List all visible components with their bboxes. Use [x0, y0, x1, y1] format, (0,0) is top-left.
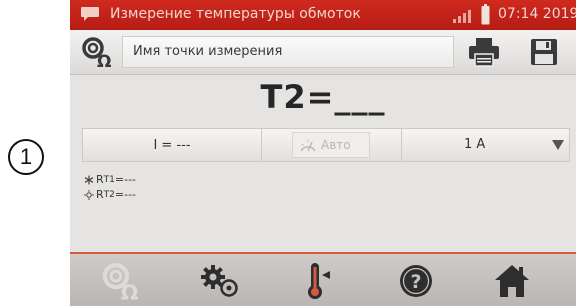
bottom-navigation: Ω ?	[70, 252, 576, 306]
print-button[interactable]	[462, 34, 506, 70]
svg-text:?: ?	[410, 271, 421, 293]
probe-icon: Ω	[102, 262, 139, 301]
signal-icon	[453, 10, 471, 23]
svg-text:Ω: Ω	[121, 280, 139, 301]
auto-label: Авто	[321, 138, 351, 152]
t2-result: T2=___	[260, 78, 386, 116]
battery-icon	[481, 4, 490, 25]
screen-title: Измерение температуры обмоток	[110, 6, 361, 22]
snowflake-icon	[84, 175, 94, 184]
measurement-point-name: Имя точки измерения	[133, 44, 283, 59]
chat-icon	[81, 7, 99, 21]
help-icon: ?	[400, 265, 432, 297]
save-button[interactable]	[522, 34, 566, 70]
measurement-point-name-field[interactable]: Имя точки измерения	[122, 36, 497, 68]
rt1-prefix: R	[96, 173, 104, 186]
chevron-down-icon	[552, 140, 564, 150]
printer-icon	[469, 38, 499, 67]
auto-button[interactable]: Авто	[292, 132, 370, 158]
current-readout: I = ---	[83, 129, 262, 161]
nav-help-button[interactable]: ?	[386, 258, 446, 304]
current-range-select[interactable]: 1 A	[401, 129, 570, 161]
nav-measurement-button[interactable]: Ω	[92, 258, 152, 304]
toolbar: Ω Имя точки измерения	[70, 30, 576, 75]
measurement-parameters: I = --- Авто 1 A	[82, 128, 570, 162]
range-value: 1 A	[464, 137, 486, 152]
gauge-icon	[300, 140, 316, 152]
rt2-prefix: R	[96, 188, 104, 201]
step-marker: 1	[8, 139, 44, 175]
rt2-result: R T2 =---	[84, 187, 136, 202]
nav-temperature-button[interactable]	[288, 258, 348, 304]
sun-icon	[84, 189, 94, 200]
resistance-results: R T1 =--- R T2 =---	[84, 172, 136, 202]
auto-mode-cell: Авто	[261, 129, 401, 161]
gears-icon	[201, 265, 238, 297]
rt1-subscript: T1	[103, 174, 115, 185]
nav-settings-button[interactable]	[190, 258, 250, 304]
nav-home-button[interactable]	[482, 258, 542, 304]
thermometer-icon	[308, 263, 330, 299]
home-icon	[495, 265, 529, 297]
status-bar: Измерение температуры обмоток 07:14 2019…	[70, 0, 576, 30]
rt2-subscript: T2	[103, 189, 115, 200]
rt2-value: =---	[114, 188, 137, 201]
probe-icon[interactable]: Ω	[80, 36, 116, 68]
rt1-result: R T1 =---	[84, 172, 136, 187]
device-screen: Измерение температуры обмоток 07:14 2019…	[70, 0, 576, 306]
floppy-icon	[531, 39, 557, 65]
status-datetime: 07:14 2019.02.11	[498, 6, 576, 22]
svg-text:Ω: Ω	[97, 52, 111, 68]
rt1-value: =---	[114, 173, 137, 186]
